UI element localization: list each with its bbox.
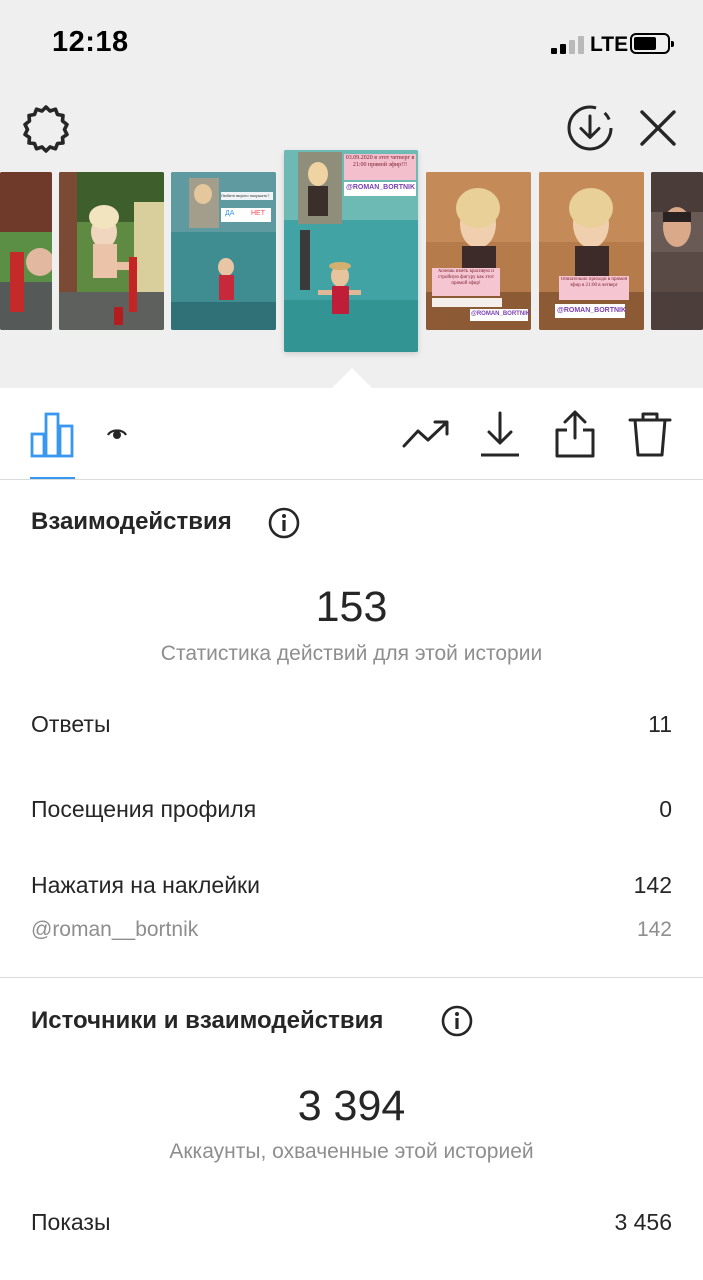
- reach-total: 3 394: [297, 1082, 406, 1130]
- sticker-mention-value: 142: [636, 918, 672, 941]
- selected-story-pointer: [332, 368, 372, 388]
- story-mention-sticker: @ROMAN_BORTNIK: [346, 184, 416, 191]
- info-icon[interactable]: [268, 507, 300, 539]
- download-circle-icon[interactable]: [563, 101, 617, 155]
- story-thumb-5[interactable]: Хочешь иметь красивую и стройную фигуру …: [426, 172, 531, 330]
- impressions-value: 3 456: [614, 1209, 672, 1235]
- battery-icon: [630, 33, 674, 54]
- interactions-total: 153: [315, 583, 388, 631]
- info-icon[interactable]: [441, 1005, 473, 1037]
- bar-chart-icon[interactable]: [30, 412, 74, 458]
- close-icon[interactable]: [636, 106, 680, 150]
- impressions-label: Показы: [31, 1209, 111, 1235]
- story-mention-sticker: @ROMAN_BORTNIK: [471, 311, 531, 317]
- network-label: LTE: [590, 33, 629, 56]
- story-thumb-3[interactable]: Любите вкусно покушать? ДА НЕТ: [171, 172, 276, 330]
- profile-visits-value: 0: [659, 796, 672, 822]
- status-bar: 12:18 LTE: [0, 0, 703, 88]
- story-thumb-1[interactable]: [0, 172, 52, 330]
- story-mention-sticker: @ROMAN_BORTNIK: [557, 307, 627, 314]
- sticker-mention-label: @roman__bortnik: [31, 918, 199, 941]
- trend-icon[interactable]: [402, 418, 450, 452]
- trash-icon[interactable]: [628, 410, 672, 458]
- interactions-title: Взаимодействия: [31, 508, 232, 535]
- interactions-caption: Статистика действий для этой истории: [160, 642, 543, 665]
- status-time: 12:18: [52, 26, 129, 58]
- sticker-taps-value: 142: [633, 872, 672, 898]
- discovery-title: Источники и взаимодействия: [31, 1007, 384, 1034]
- story-thumb-7[interactable]: [651, 172, 703, 330]
- poll-option-no: НЕТ: [251, 210, 265, 217]
- story-thumb-6[interactable]: Обязательно приходи в прямой эфир в 21:0…: [539, 172, 644, 330]
- replies-label: Ответы: [31, 711, 111, 737]
- poll-option-yes: ДА: [225, 210, 235, 217]
- sticker-taps-label: Нажатия на наклейки: [31, 872, 260, 898]
- reach-caption: Аккаунты, охваченные этой историей: [169, 1140, 534, 1163]
- story-thumb-2[interactable]: [59, 172, 164, 330]
- gear-icon[interactable]: [20, 102, 72, 154]
- story-sticker-text: Обязательно приходи в прямой эфир в 21:0…: [560, 277, 628, 288]
- story-thumb-4-selected[interactable]: 03.09.2020 в этот четверг в 21:00 прямой…: [284, 150, 418, 352]
- section-divider: [0, 977, 703, 978]
- download-icon[interactable]: [480, 410, 520, 458]
- story-header: 12:18 LTE Любите вкусно покушать? ДА НЕТ…: [0, 0, 703, 388]
- poll-question: Любите вкусно покушать?: [221, 193, 270, 198]
- story-sticker-text: 03.09.2020 в этот четверг в 21:00 прямой…: [345, 155, 415, 168]
- insights-toolbar: [0, 388, 703, 480]
- eye-icon[interactable]: [105, 424, 129, 444]
- signal-icon: [551, 36, 585, 54]
- replies-value: 11: [648, 711, 672, 737]
- share-icon[interactable]: [553, 408, 597, 460]
- active-tab-indicator: [30, 477, 75, 479]
- story-sticker-text: Хочешь иметь красивую и стройную фигуру …: [437, 269, 495, 286]
- story-thumbnail-strip: Любите вкусно покушать? ДА НЕТ 03.09.202…: [0, 150, 703, 370]
- profile-visits-label: Посещения профиля: [31, 796, 257, 822]
